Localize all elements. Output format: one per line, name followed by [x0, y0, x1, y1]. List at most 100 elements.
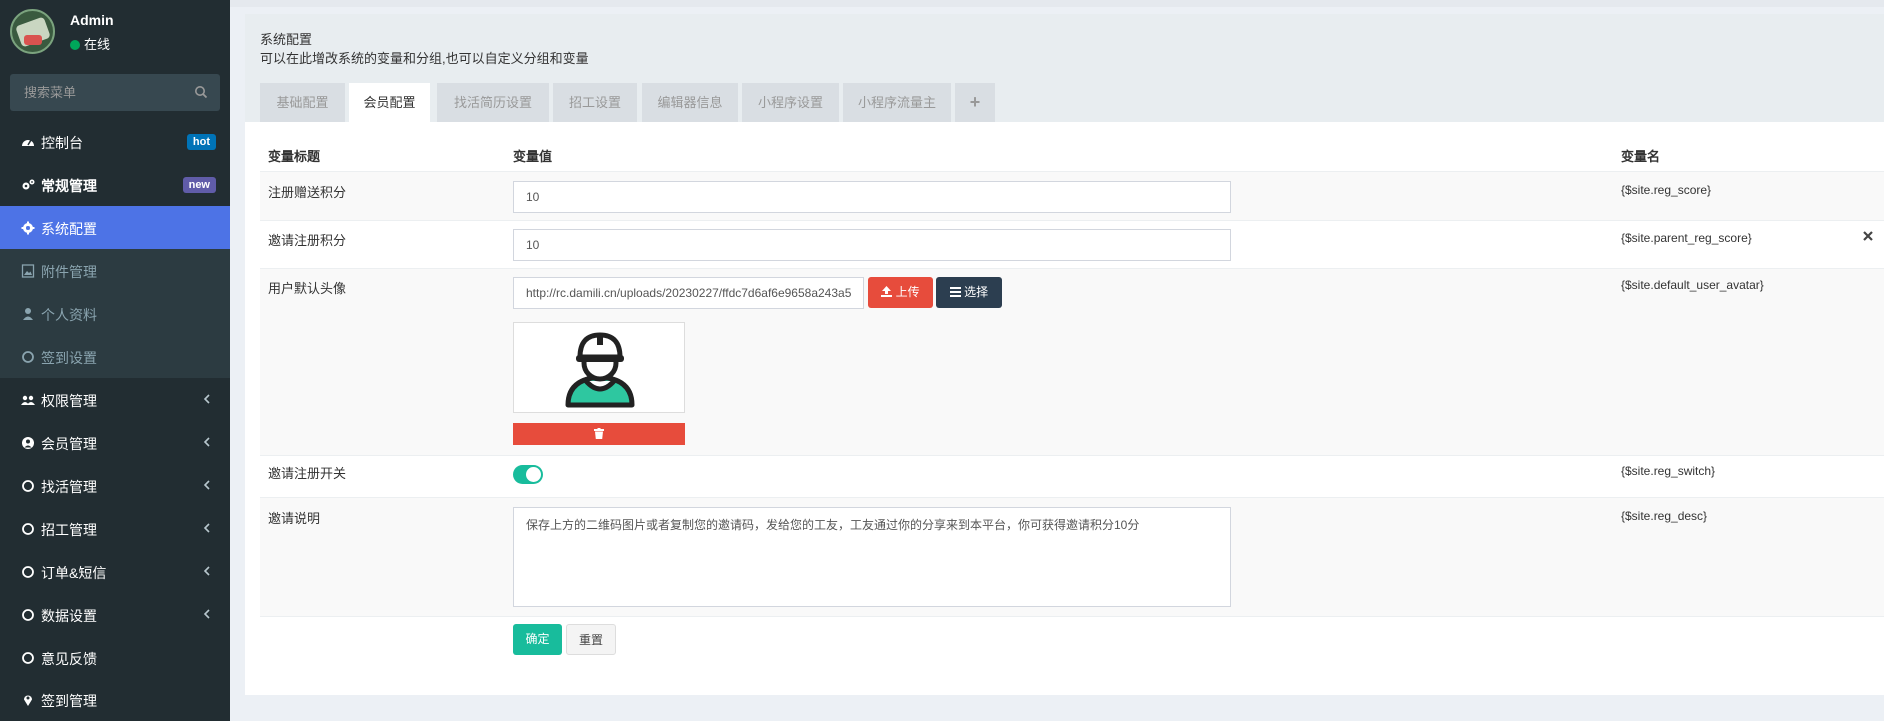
search-input[interactable] — [10, 74, 190, 111]
sidebar-item-attachments[interactable]: 附件管理 — [0, 249, 230, 292]
reg-desc-textarea[interactable]: 保存上方的二维码图片或者复制您的邀请码，发给您的工友，工友通过你的分享来到本平台… — [513, 507, 1231, 607]
col-header-name: 变量名 — [1621, 149, 1661, 164]
row-title: 注册赠送积分 — [268, 185, 347, 200]
row-title: 邀请注册开关 — [268, 466, 347, 481]
circle-icon — [22, 480, 34, 492]
image-file-icon — [21, 264, 35, 278]
submit-button[interactable]: 确定 — [513, 624, 562, 655]
toggle-knob — [526, 467, 541, 482]
row-title: 邀请注册积分 — [268, 233, 347, 248]
tab-resume-settings[interactable]: 找活简历设置 — [437, 83, 549, 122]
sidebar-item-dashboard[interactable]: 控制台 hot — [0, 120, 230, 163]
sidebar-item-label: 签到管理 — [41, 693, 97, 709]
row-var-name: {$site.parent_reg_score} — [1621, 231, 1752, 245]
sidebar-item-label: 权限管理 — [41, 393, 97, 409]
sidebar-item-system-config[interactable]: 系统配置 — [0, 206, 230, 249]
row-var-name: {$site.reg_score} — [1621, 183, 1712, 197]
row-var-name: {$site.default_user_avatar} — [1621, 278, 1764, 292]
circle-icon — [22, 566, 34, 578]
sidebar-item-label: 签到设置 — [41, 350, 97, 366]
sidebar-item-label: 会员管理 — [41, 436, 97, 452]
row-var-name: {$site.reg_desc} — [1621, 509, 1708, 523]
sidebar-item-label: 系统配置 — [41, 221, 97, 237]
page-description: 可以在此增改系统的变量和分组,也可以自定义分组和变量 — [260, 51, 589, 66]
col-header-title: 变量标题 — [268, 149, 321, 164]
sidebar-item-checkin-management[interactable]: 签到管理 — [0, 678, 230, 721]
circle-icon — [22, 351, 34, 363]
online-dot-icon — [70, 40, 80, 50]
sidebar-item-members[interactable]: 会员管理 — [0, 421, 230, 464]
tab-basic-config[interactable]: 基础配置 — [260, 83, 345, 122]
delete-row-icon[interactable] — [1862, 230, 1874, 242]
reg-switch-toggle[interactable] — [513, 465, 543, 484]
circle-icon — [22, 652, 34, 664]
chevron-left-icon — [203, 394, 210, 404]
sidebar-item-feedback[interactable]: 意见反馈 — [0, 636, 230, 679]
user-circle-icon — [22, 437, 34, 449]
sidebar-item-label: 控制台 — [41, 135, 83, 151]
upload-label: 上传 — [895, 285, 920, 299]
chevron-left-icon — [203, 523, 210, 533]
reg-score-input[interactable]: 10 — [513, 181, 1231, 213]
divider — [260, 220, 1884, 221]
worker-avatar-icon — [565, 332, 635, 408]
user-icon — [23, 308, 33, 320]
sidebar: Admin 在线 控制台 hot 常规管理 new 系统配置 附件管理 个人资料… — [0, 0, 230, 721]
circle-icon — [22, 523, 34, 535]
avatar[interactable] — [10, 9, 55, 54]
tab-miniprogram-ads[interactable]: 小程序流量主 — [843, 83, 951, 122]
chevron-left-icon — [203, 609, 210, 619]
search-box — [10, 74, 220, 111]
parent-reg-score-input[interactable]: 10 — [513, 229, 1231, 261]
chevron-left-icon — [203, 480, 210, 490]
sidebar-item-general[interactable]: 常规管理 new — [0, 163, 230, 206]
reset-button[interactable]: 重置 — [566, 624, 616, 655]
gears-icon — [22, 179, 35, 190]
avatar-preview — [513, 322, 685, 413]
tab-editor-info[interactable]: 编辑器信息 — [642, 83, 738, 122]
sidebar-item-label: 订单&短信 — [41, 565, 107, 581]
tab-recruit-settings[interactable]: 招工设置 — [553, 83, 637, 122]
delete-avatar-button[interactable] — [513, 423, 685, 445]
top-strip — [230, 0, 1884, 7]
row-title: 邀请说明 — [268, 511, 321, 526]
sidebar-item-permissions[interactable]: 权限管理 — [0, 378, 230, 421]
map-marker-icon — [24, 695, 32, 706]
hot-badge: hot — [186, 134, 216, 150]
gear-icon — [21, 221, 35, 235]
users-icon — [21, 395, 35, 405]
upload-button[interactable]: 上传 — [868, 277, 933, 308]
sidebar-item-label: 找活管理 — [41, 479, 97, 495]
sidebar-item-orders-sms[interactable]: 订单&短信 — [0, 550, 230, 593]
dashboard-icon — [22, 139, 34, 146]
sidebar-item-label: 招工管理 — [41, 522, 97, 538]
sidebar-item-job-seeking[interactable]: 找活管理 — [0, 464, 230, 507]
sidebar-item-label: 常规管理 — [41, 178, 97, 194]
upload-icon — [881, 286, 893, 297]
sidebar-item-checkin-settings[interactable]: 签到设置 — [0, 335, 230, 378]
sidebar-item-recruitment[interactable]: 招工管理 — [0, 507, 230, 550]
sidebar-item-label: 数据设置 — [41, 608, 97, 624]
panel-heading: 系统配置 可以在此增改系统的变量和分组,也可以自定义分组和变量 基础配置 会员配… — [245, 14, 1884, 122]
tab-miniprogram-settings[interactable]: 小程序设置 — [742, 83, 839, 122]
tab-add[interactable]: + — [955, 83, 995, 122]
search-icon[interactable] — [194, 85, 208, 99]
sidebar-item-label: 附件管理 — [41, 264, 97, 280]
avatar-url-input[interactable]: http://rc.damili.cn/uploads/20230227/ffd… — [513, 277, 864, 309]
user-status: 在线 — [70, 34, 110, 53]
row-var-name: {$site.reg_switch} — [1621, 464, 1716, 478]
divider — [260, 455, 1884, 456]
tab-member-config[interactable]: 会员配置 — [349, 83, 430, 122]
trash-icon — [594, 428, 604, 439]
choose-button[interactable]: 选择 — [936, 277, 1002, 308]
row-title: 用户默认头像 — [268, 281, 347, 296]
sidebar-item-profile[interactable]: 个人资料 — [0, 292, 230, 335]
chevron-left-icon — [203, 566, 210, 576]
new-badge: new — [182, 177, 216, 193]
table-row — [260, 269, 1884, 455]
chevron-left-icon — [203, 437, 210, 447]
user-status-label: 在线 — [84, 37, 111, 52]
divider — [260, 616, 1884, 617]
circle-icon — [22, 609, 34, 621]
sidebar-item-data-settings[interactable]: 数据设置 — [0, 593, 230, 636]
